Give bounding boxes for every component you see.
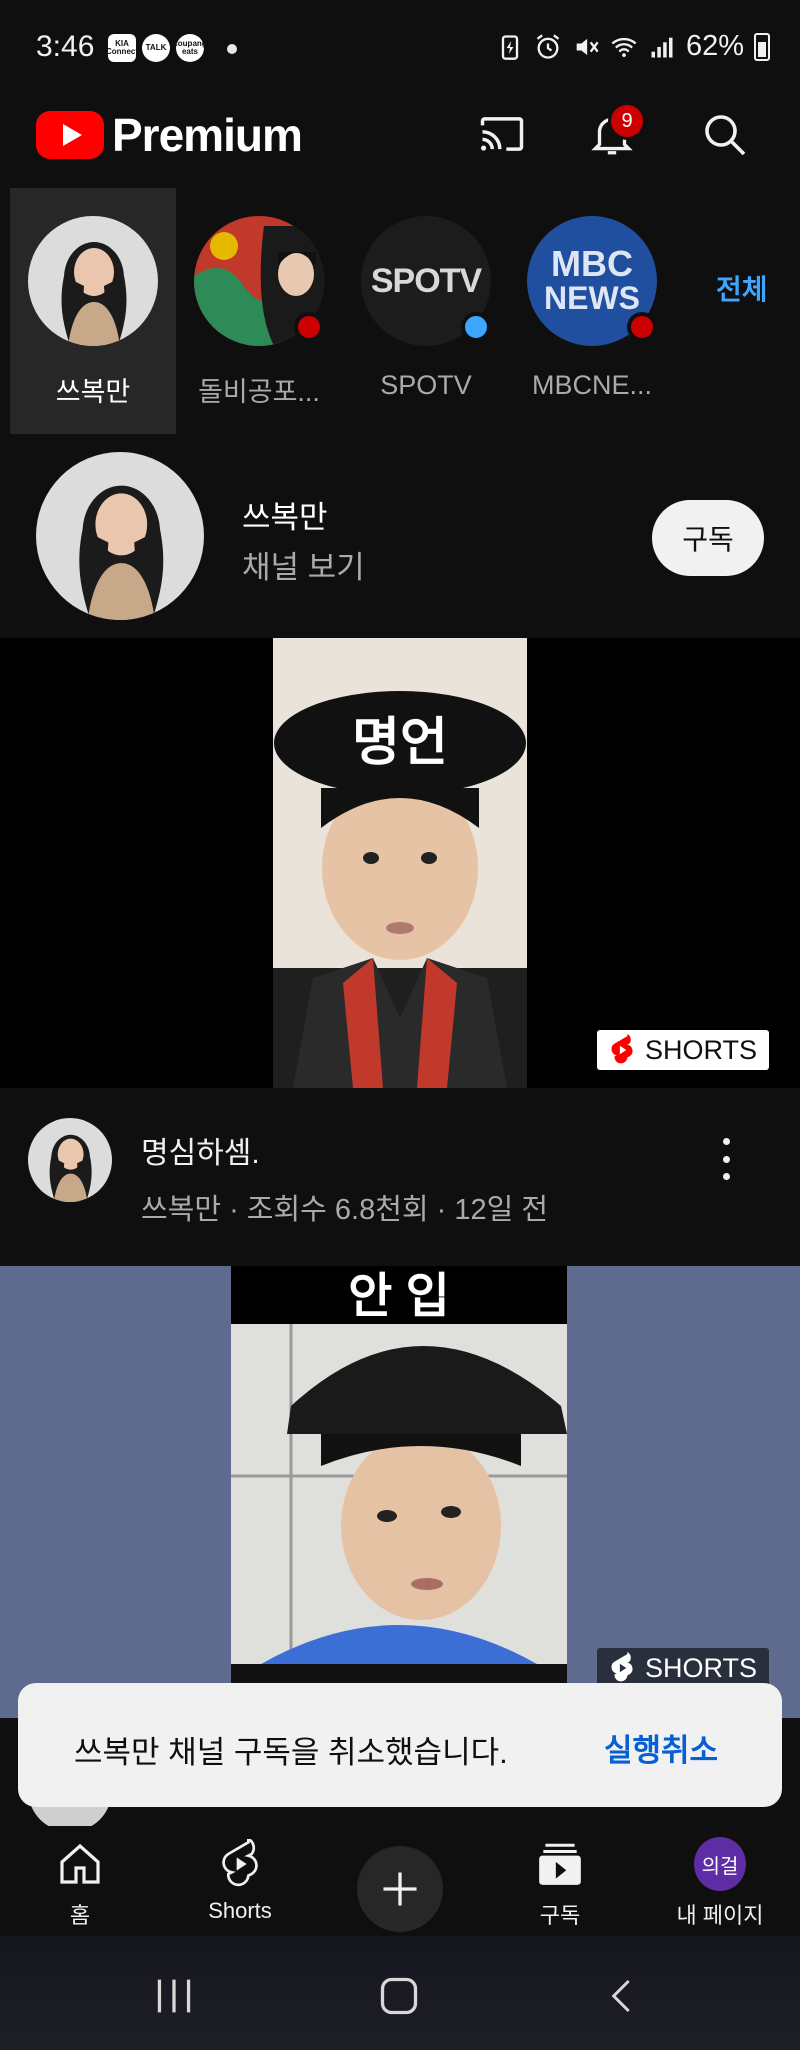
- back-system-button[interactable]: [592, 1966, 652, 2026]
- plus-icon: [383, 1872, 417, 1906]
- spotv-logo-text: SPOTV: [370, 261, 482, 300]
- channel-title[interactable]: 쓰복만: [242, 492, 328, 537]
- channel-chip-dolby-horror[interactable]: 돌비공포...: [176, 188, 342, 434]
- channel-name: MBCNE...: [531, 370, 652, 400]
- battery-icon: [754, 32, 770, 61]
- mute-icon: [576, 38, 599, 55]
- video-title[interactable]: 명심하셈.: [141, 1128, 260, 1172]
- kia-connect-icon: KIA Connect: [106, 34, 138, 62]
- youtube-premium-logo[interactable]: Premium: [36, 108, 303, 162]
- video-card-thumbnail[interactable]: 안 입 SHORTS: [0, 1266, 800, 1718]
- home-icon: [54, 1838, 106, 1890]
- channel-name: 쓰복만: [55, 377, 131, 407]
- see-all-channels-link[interactable]: 전체: [716, 268, 768, 308]
- shorts-logo-icon: [611, 1034, 633, 1064]
- view-channel-link[interactable]: 채널 보기: [242, 542, 365, 587]
- new-content-dot-icon: [627, 312, 657, 342]
- nav-home[interactable]: 홈: [0, 1838, 160, 1930]
- channel-name: 돌비공포...: [198, 377, 320, 407]
- search-icon: [705, 115, 746, 156]
- nav-me[interactable]: 의걸 내 페이지: [640, 1837, 800, 1930]
- nav-label: 홈: [69, 1903, 91, 1928]
- video-card-thumbnail[interactable]: 명언 SHORTS: [0, 638, 800, 1088]
- battery-saver-icon: [501, 34, 519, 60]
- notifications-button[interactable]: 9: [582, 102, 646, 164]
- video-meta-row[interactable]: 명심하셈. 쓰복만 · 조회수 6.8천회 · 12일 전: [0, 1088, 800, 1266]
- youtube-play-logo-icon: [36, 111, 104, 159]
- coupang-eats-icon: coupang eats: [173, 34, 207, 62]
- shorts-badge: SHORTS: [597, 1648, 770, 1688]
- nav-subscriptions[interactable]: 구독: [480, 1838, 640, 1930]
- channel-header: 쓰복만 채널 보기 구독: [0, 436, 800, 638]
- channel-chip-mbcnews[interactable]: MBC NEWS MBCNE...: [509, 188, 675, 434]
- brand-name: Premium: [112, 109, 303, 161]
- shorts-badge-label: SHORTS: [645, 1034, 758, 1065]
- nav-label: Shorts: [208, 1898, 272, 1923]
- shorts-badge-label: SHORTS: [645, 1652, 758, 1683]
- shorts-badge: SHORTS: [597, 1030, 770, 1070]
- channel-avatar-small[interactable]: [28, 1118, 112, 1202]
- create-button[interactable]: [357, 1846, 443, 1932]
- cast-button[interactable]: [472, 104, 532, 164]
- channel-avatar-large[interactable]: [36, 452, 204, 620]
- video-subtitle: 쓰복만 · 조회수 6.8천회 · 12일 전: [141, 1194, 549, 1226]
- home-system-button[interactable]: [369, 1966, 429, 2026]
- thumbnail-caption: 안 입: [348, 1270, 450, 1323]
- news-logo-text: NEWS: [544, 280, 640, 316]
- kakaotalk-icon: TALK: [142, 34, 170, 62]
- shorts-icon: [214, 1838, 266, 1890]
- status-bar: 3:46 KIA Connect TALK coupang eats 62%: [0, 0, 800, 76]
- user-avatar: 의걸: [694, 1837, 746, 1891]
- video-thumbnail[interactable]: 명언: [273, 638, 527, 1088]
- signal-icon: [651, 37, 673, 57]
- channel-avatar: [28, 216, 158, 346]
- search-button[interactable]: [694, 104, 754, 164]
- notification-count-badge: 9: [608, 102, 646, 140]
- system-navigation-bar: [0, 1936, 800, 2050]
- recent-apps-icon: [157, 1979, 191, 2013]
- channel-name: SPOTV: [380, 370, 472, 400]
- shorts-logo-icon: [611, 1652, 633, 1682]
- thumbnail-caption: 명언: [352, 714, 448, 772]
- subscriptions-icon: [534, 1838, 586, 1890]
- nav-label: 내 페이지: [676, 1903, 764, 1928]
- recent-apps-button[interactable]: [144, 1966, 204, 2026]
- nav-label: 구독: [539, 1903, 581, 1928]
- mbc-logo-text: MBC: [551, 243, 633, 284]
- status-indicators: 62%: [496, 30, 770, 63]
- channel-chip-sseubokman[interactable]: 쓰복만: [10, 188, 176, 434]
- alarm-icon: [536, 33, 560, 59]
- undo-button[interactable]: 실행취소: [604, 1725, 718, 1770]
- wifi-icon: [611, 37, 637, 57]
- bottom-navigation: 홈 Shorts 구독 의걸 내 페이지: [0, 1826, 800, 1936]
- subscribe-button[interactable]: 구독: [652, 500, 764, 576]
- cast-icon: [480, 117, 524, 151]
- home-square-icon: [380, 1977, 418, 2015]
- video-thumbnail[interactable]: 안 입: [231, 1266, 567, 1718]
- nav-shorts[interactable]: Shorts: [160, 1838, 320, 1924]
- notification-app-icons: KIA Connect TALK coupang eats: [106, 34, 207, 62]
- new-content-dot-icon: [461, 312, 491, 342]
- back-chevron-icon: [611, 1979, 630, 2013]
- more-options-icon[interactable]: [712, 1132, 740, 1186]
- status-time: 3:46: [36, 30, 95, 63]
- app-header: Premium 9: [0, 76, 800, 190]
- channel-chip-spotv[interactable]: SPOTV SPOTV: [343, 188, 509, 434]
- new-content-dot-icon: [294, 312, 324, 342]
- more-notifications-dot-icon: [227, 44, 237, 54]
- snackbar-message: 쓰복만 채널 구독을 취소했습니다.: [74, 1735, 508, 1770]
- snackbar-toast: 쓰복만 채널 구독을 취소했습니다. 실행취소: [18, 1683, 782, 1807]
- battery-percent: 62%: [685, 30, 744, 62]
- subscriptions-channel-strip: 쓰복만 돌비공포... SPOTV SPOTV MBC NEWS MBCNE..…: [0, 188, 800, 436]
